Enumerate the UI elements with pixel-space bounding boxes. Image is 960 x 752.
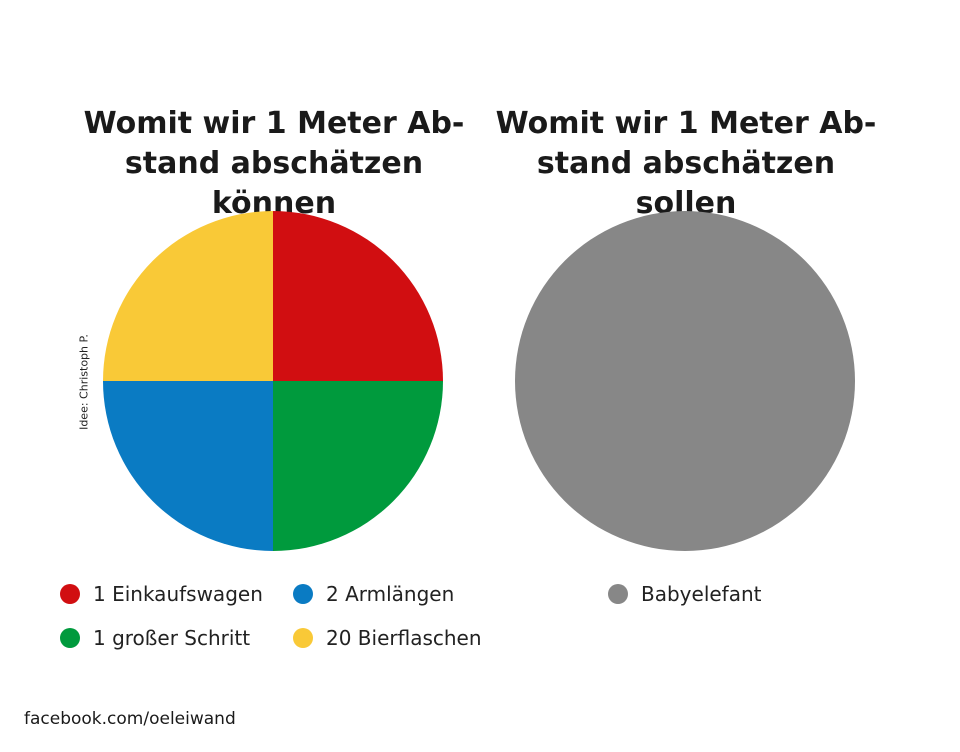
pie-chart-left	[103, 211, 443, 551]
legend-item-1-swatch	[60, 628, 80, 648]
pie-left-slice-1	[273, 381, 443, 551]
legend-item-right-0-label: Babyelefant	[641, 582, 762, 606]
credit-text: Idee: Christoph P.	[77, 334, 91, 430]
legend-item-0-label: 1 Einkaufswagen	[93, 582, 263, 606]
legend-item-0: 1 Einkaufswagen	[60, 582, 263, 606]
legend-item-1: 1 großer Schritt	[60, 626, 250, 650]
chart-title-left: Womit wir 1 Meter Ab- stand abschätzen k…	[74, 104, 474, 224]
legend-item-right-0-swatch	[608, 584, 628, 604]
footer-link-text: facebook.com/oeleiwand	[24, 709, 236, 729]
legend-item-2-label: 2 Armlängen	[326, 582, 455, 606]
legend-item-2-swatch	[293, 584, 313, 604]
legend-item-3-swatch	[293, 628, 313, 648]
chart-title-left-line1: Womit wir 1 Meter Ab-	[83, 106, 465, 141]
chart-title-right-line1: Womit wir 1 Meter Ab-	[495, 106, 877, 141]
chart-title-right: Womit wir 1 Meter Ab- stand abschätzen s…	[486, 104, 886, 224]
legend-item-2: 2 Armlängen	[293, 582, 454, 606]
legend-item-3: 20 Bierflaschen	[293, 626, 482, 650]
pie-left-slice-2	[103, 381, 273, 551]
legend-item-3-label: 20 Bierflaschen	[326, 626, 482, 650]
legend-item-1-label: 1 großer Schritt	[93, 626, 251, 650]
pie-left-slice-3	[103, 211, 273, 381]
legend-item-right-0: Babyelefant	[608, 582, 762, 606]
legend-item-0-swatch	[60, 584, 80, 604]
pie-right-slice-0	[515, 211, 855, 551]
pie-chart-right	[515, 211, 855, 551]
pie-left-slice-0	[273, 211, 443, 381]
